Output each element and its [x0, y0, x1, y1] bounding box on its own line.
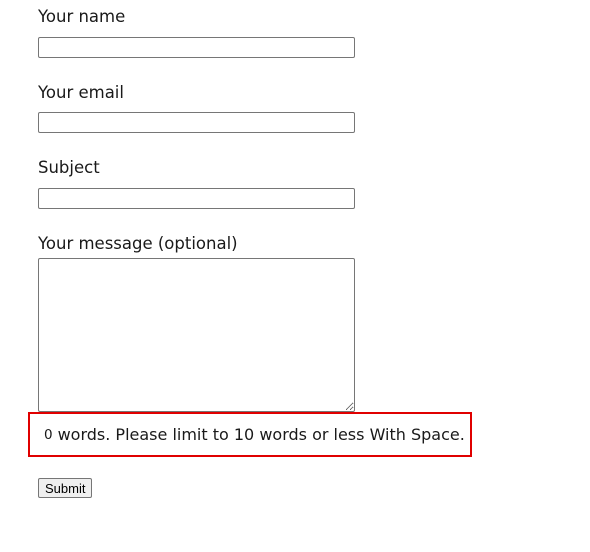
email-label: Your email [38, 83, 124, 102]
message-textarea[interactable] [38, 258, 355, 412]
subject-label: Subject [38, 158, 100, 177]
submit-button[interactable]: Submit [38, 478, 93, 498]
message-label: Your message (optional) [38, 234, 238, 253]
name-label: Your name [38, 7, 126, 26]
word-limit-notice: 0 words. Please limit to 10 words or les… [28, 412, 472, 457]
subject-input[interactable] [38, 188, 355, 209]
word-limit-message: words. Please limit to 10 words or less … [57, 425, 465, 444]
word-count: 0 [44, 426, 53, 443]
email-input[interactable] [38, 112, 355, 133]
name-input[interactable] [38, 37, 355, 58]
